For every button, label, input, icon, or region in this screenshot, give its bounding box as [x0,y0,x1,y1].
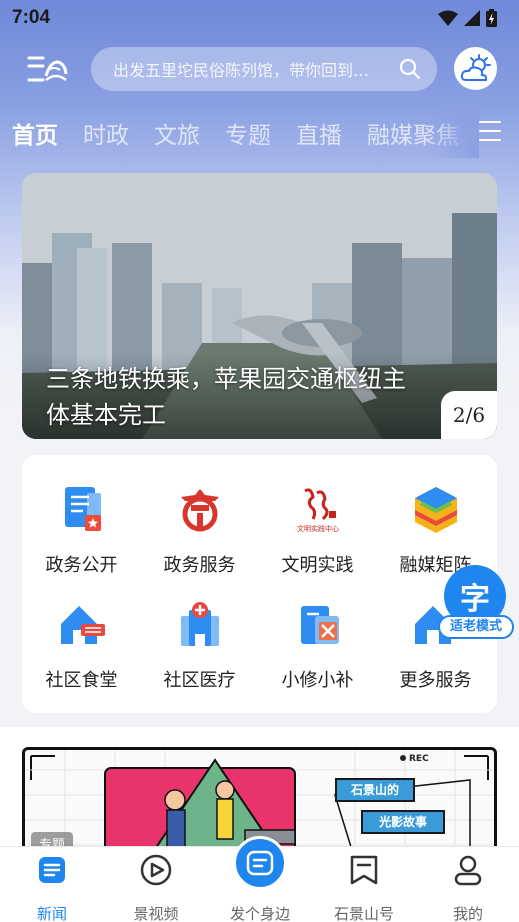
news-carousel[interactable]: 三条地铁换乘，苹果园交通枢纽主体基本完工 2/6 [22,173,497,439]
tab-home[interactable]: 首页 [12,116,58,150]
weather-sun-cloud-icon [460,53,491,81]
elder-mode-label: 适老模式 [438,615,514,639]
medical-building-icon [175,600,225,650]
video-play-icon [139,853,173,887]
post-icon [246,850,274,876]
banner-caption: 三条地铁换乘，苹果园交通枢纽主体基本完工 [46,365,406,429]
service-community-canteen[interactable]: 社区食堂 [24,600,139,700]
nav-shijingshan-account[interactable]: 石景山号 [312,847,416,922]
service-label: 政务服务 [163,555,236,576]
tabs-menu-icon[interactable] [479,121,501,143]
service-label: 文明实践 [281,555,354,576]
service-label: 政务公开 [45,555,118,576]
tab-culture-travel[interactable]: 文旅 [154,116,200,150]
rec-label: REC [400,754,429,764]
feed-sign-2: 光影故事 [361,810,445,834]
weather-button[interactable] [454,47,497,90]
wifi-icon [438,10,458,26]
nav-label: 我的 [452,905,483,922]
app-logo[interactable] [26,50,68,90]
tab-topics[interactable]: 专题 [225,116,271,150]
service-community-medical[interactable]: 社区医疗 [142,600,257,700]
nav-label: 景视频 [133,905,179,922]
feed-sign-1: 石景山的 [335,778,415,802]
news-icon [35,853,69,887]
user-icon [451,853,485,887]
nav-mine[interactable]: 我的 [416,847,519,922]
nav-news[interactable]: 新闻 [0,847,104,922]
elder-mode-button[interactable]: 字 适老模式 [438,565,514,641]
status-bar: 7:04 [0,0,519,36]
service-civilization-practice[interactable]: 文明实践中心 文明实践 [260,485,375,585]
service-gov-service[interactable]: 政务服务 [142,485,257,585]
bookmark-icon [347,853,381,887]
service-label: 社区食堂 [45,670,118,691]
community-canteen-icon [57,600,107,650]
carousel-counter: 2/6 [441,391,497,439]
search-placeholder: 出发五里坨民俗陈列馆，带你回到… [113,61,370,80]
post-button[interactable] [233,836,287,890]
channel-tabs: 首页 时政 文旅 专题 直播 融媒聚焦 [0,108,519,158]
svg-text:文明实践中心: 文明实践中心 [297,524,339,533]
repair-tools-icon [293,600,343,650]
service-label: 更多服务 [399,670,472,691]
service-label: 社区医疗 [163,670,236,691]
nav-label: 新闻 [36,905,67,922]
nav-label: 石景山号 [333,905,394,922]
service-label: 小修小补 [281,670,354,691]
service-gov-affairs-open[interactable]: 政务公开 [24,485,139,585]
document-icon [57,485,107,535]
government-seal-icon [175,485,225,535]
media-matrix-icon [411,485,461,535]
service-small-repairs[interactable]: 小修小补 [260,600,375,700]
nav-video[interactable]: 景视频 [104,847,208,922]
signal-icon [464,10,480,26]
search-icon[interactable] [399,58,421,80]
battery-icon [486,9,497,27]
status-time: 7:04 [12,7,51,28]
tab-politics[interactable]: 时政 [83,116,129,150]
status-icons [438,9,497,27]
app-header: 出发五里坨民俗陈列馆，带你回到… [0,44,519,96]
civilization-practice-logo: 文明实践中心 [293,485,343,535]
services-grid: 政务公开 政务服务 文明实践中心 文明实践 融媒矩阵 社区食堂 社区医疗 小修小… [22,455,497,713]
tabs-fade [429,108,479,158]
tab-live[interactable]: 直播 [296,116,342,150]
nav-label: 发个身边 [229,905,290,922]
search-bar[interactable]: 出发五里坨民俗陈列馆，带你回到… [91,47,437,91]
